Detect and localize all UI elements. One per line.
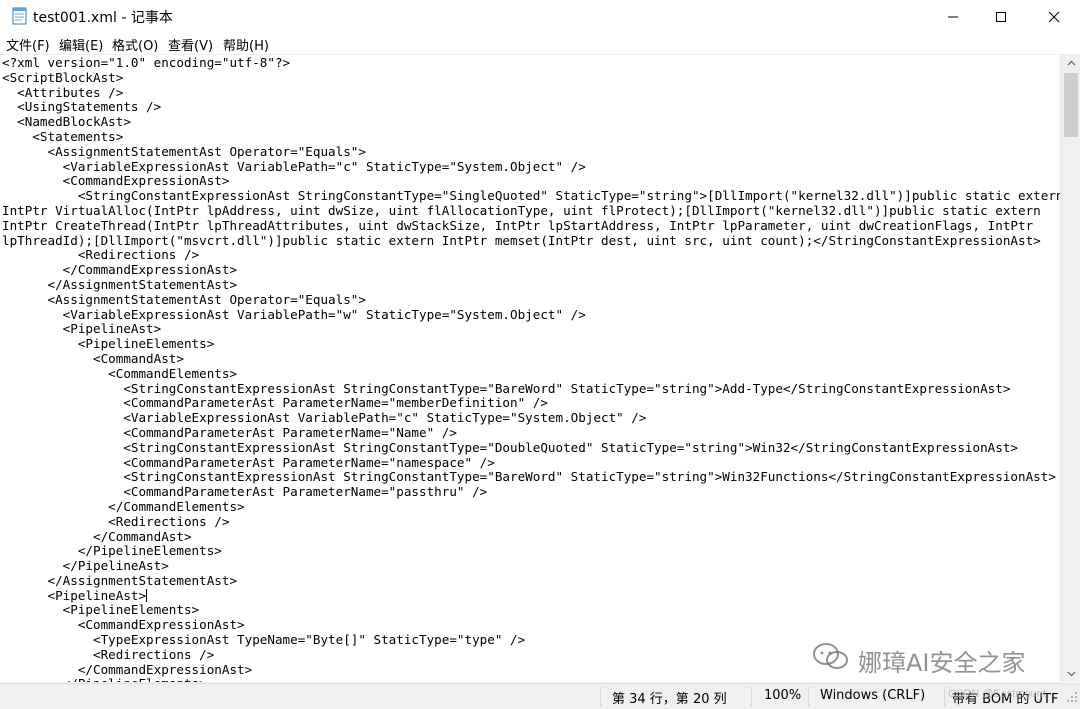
chevron-down-icon — [1067, 671, 1075, 676]
status-separator — [600, 687, 601, 706]
editor-line: <CommandParameterAst ParameterName="Name… — [2, 424, 457, 440]
editor-line: <NamedBlockAst> — [2, 114, 131, 130]
editor-content[interactable]: <?xml version="1.0" encoding="utf-8"?> <… — [2, 55, 1060, 683]
editor-line: <PipelineElements> — [2, 336, 215, 352]
editor-line: <CommandExpressionAst> — [2, 617, 245, 633]
editor-line: </CommandAst> — [2, 528, 192, 544]
vertical-scrollbar[interactable] — [1060, 54, 1080, 682]
status-separator — [808, 687, 809, 706]
editor-line: </AssignmentStatementAst> — [2, 572, 238, 588]
editor-line: <AssignmentStatementAst Operator="Equals… — [2, 143, 366, 159]
notepad-icon[interactable] — [11, 7, 29, 25]
watermark-small-text: CSDN @Eastmount — [948, 688, 1046, 700]
editor-line: </PipelineElements> — [2, 543, 222, 559]
editor-line: <PipelineAst> — [2, 321, 162, 337]
editor-line: <VariableExpressionAst VariablePath="w" … — [2, 306, 586, 322]
editor-line: <CommandElements> — [2, 365, 238, 381]
editor-line: </PipelineAst> — [2, 558, 169, 574]
editor-line: <PipelineAst> — [2, 587, 147, 603]
status-separator — [944, 687, 945, 706]
editor-line: lpThreadId);[DllImport("msvcrt.dll")]pub… — [2, 232, 1041, 248]
status-separator — [751, 687, 752, 706]
status-zoom: 100% — [764, 688, 802, 703]
editor-line: <StringConstantExpressionAst StringConst… — [2, 439, 1018, 455]
minimize-icon — [948, 16, 958, 18]
scrollbar-thumb[interactable] — [1064, 73, 1078, 137]
editor-line: <PipelineElements> — [2, 602, 200, 618]
editor-line: IntPtr VirtualAlloc(IntPtr lpAddress, ui… — [2, 202, 1041, 218]
text-editor[interactable]: <?xml version="1.0" encoding="utf-8"?> <… — [0, 54, 1060, 683]
editor-line: <CommandExpressionAst> — [2, 173, 230, 189]
menu-file[interactable]: 文件(F) — [6, 35, 50, 54]
editor-line: <VariableExpressionAst VariablePath="c" … — [2, 158, 586, 174]
resize-grip-icon[interactable] — [1066, 691, 1078, 707]
editor-line: <CommandParameterAst ParameterName="pass… — [2, 484, 488, 500]
menu-format[interactable]: 格式(O) — [112, 35, 158, 54]
editor-line: <CommandParameterAst ParameterName="name… — [2, 454, 495, 470]
editor-line: <CommandAst> — [2, 350, 184, 366]
text-caret — [146, 588, 148, 602]
editor-line: <?xml version="1.0" encoding="utf-8"?> — [2, 55, 291, 70]
close-icon — [1048, 11, 1060, 23]
menu-help[interactable]: 帮助(H) — [223, 35, 269, 54]
editor-line: <VariableExpressionAst VariablePath="c" … — [2, 410, 647, 426]
editor-line: <TypeExpressionAst TypeName="Byte[]" Sta… — [2, 632, 526, 648]
menu-view[interactable]: 查看(V) — [168, 35, 213, 54]
editor-line: <UsingStatements /> — [2, 99, 162, 115]
editor-line: IntPtr CreateThread(IntPtr lpThreadAttri… — [2, 217, 1034, 233]
window-title: test001.xml - 记事本 — [33, 10, 173, 26]
status-bar: 第 34 行，第 20 列 100% Windows (CRLF) 带有 BOM… — [0, 683, 1080, 709]
scroll-down-button[interactable] — [1061, 665, 1080, 682]
notepad-window: test001.xml - 记事本 文件(F) 编辑(E) 格式(O) 查看(V… — [0, 0, 1080, 709]
editor-line: <Attributes /> — [2, 84, 124, 100]
editor-line: </AssignmentStatementAst> — [2, 276, 238, 292]
editor-line: <StringConstantExpressionAst StringConst… — [2, 380, 1011, 396]
menu-edit[interactable]: 编辑(E) — [59, 35, 103, 54]
title-bar[interactable]: test001.xml - 记事本 — [0, 0, 1080, 34]
editor-line: <StringConstantExpressionAst StringConst… — [2, 188, 1060, 204]
editor-line: <CommandParameterAst ParameterName="memb… — [2, 395, 548, 411]
wechat-icon — [812, 642, 850, 678]
scroll-up-button[interactable] — [1061, 54, 1080, 71]
editor-line: <StringConstantExpressionAst StringConst… — [2, 469, 1056, 485]
editor-line: </CommandExpressionAst> — [2, 661, 253, 677]
editor-line: <Redirections /> — [2, 513, 230, 529]
editor-line: <Statements> — [2, 128, 124, 144]
editor-line: <Redirections /> — [2, 646, 215, 662]
editor-line: <Redirections /> — [2, 247, 200, 263]
editor-line: <ScriptBlockAst> — [2, 69, 124, 85]
status-cursor-position: 第 34 行，第 20 列 — [612, 692, 727, 707]
close-button[interactable] — [1031, 0, 1077, 34]
watermark-text: 娜璋AI安全之家 — [858, 648, 1026, 677]
editor-line: <AssignmentStatementAst Operator="Equals… — [2, 291, 366, 307]
minimize-button[interactable] — [930, 0, 976, 34]
chevron-up-icon — [1067, 60, 1075, 65]
status-line-ending: Windows (CRLF) — [820, 688, 926, 703]
editor-line: </CommandExpressionAst> — [2, 262, 238, 278]
menu-bar: 文件(F) 编辑(E) 格式(O) 查看(V) 帮助(H) — [0, 34, 1080, 54]
watermark: 娜璋AI安全之家 — [812, 640, 1026, 680]
maximize-button[interactable] — [978, 0, 1024, 34]
editor-line: </CommandElements> — [2, 498, 245, 514]
maximize-icon — [996, 12, 1006, 22]
